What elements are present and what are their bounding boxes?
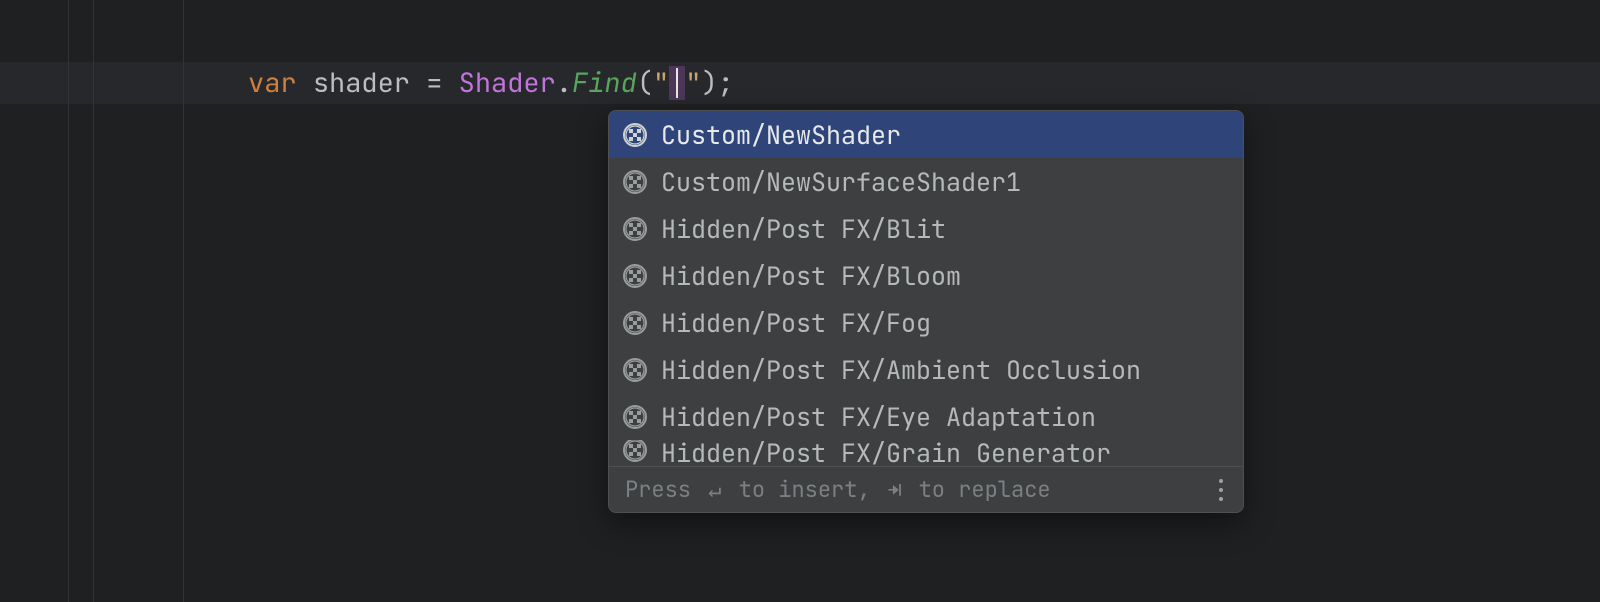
token-open-paren: (	[637, 65, 653, 101]
enter-key-icon: ↵	[708, 475, 721, 504]
completion-item[interactable]: Custom/NewShader	[609, 111, 1243, 158]
completion-item[interactable]: Hidden/Post FX/Ambient Occlusion	[609, 346, 1243, 393]
shader-icon	[623, 123, 647, 147]
completion-item[interactable]: Hidden/Post FX/Blit	[609, 205, 1243, 252]
current-line-highlight	[0, 62, 1600, 104]
code-line[interactable]: var shader = Shader . Find ( " " ) ;	[248, 62, 734, 104]
completion-popup: Custom/NewShader Custom/NewSurfaceShader1…	[608, 110, 1244, 513]
shader-icon	[623, 217, 647, 241]
token-assign: =	[426, 65, 442, 101]
completion-item-label: Hidden/Post FX/Blit	[661, 212, 946, 246]
shader-icon	[623, 405, 647, 429]
completion-hint: Press ↵ to insert, ⇥ to replace	[625, 475, 1051, 504]
token-method: Find	[572, 65, 637, 101]
more-options-button[interactable]	[1213, 473, 1229, 507]
token-dot: .	[556, 65, 572, 101]
token-type: Shader	[459, 65, 556, 101]
tab-key-icon: ⇥	[888, 475, 902, 504]
completion-item[interactable]: Hidden/Post FX/Bloom	[609, 252, 1243, 299]
hint-insert: to insert,	[725, 475, 883, 504]
text-caret[interactable]	[669, 66, 685, 100]
completion-item-label: Hidden/Post FX/Fog	[661, 306, 931, 340]
shader-icon	[623, 311, 647, 335]
completion-item[interactable]: Hidden/Post FX/Eye Adaptation	[609, 393, 1243, 440]
shader-icon	[623, 440, 647, 462]
token-semicolon: ;	[718, 65, 734, 101]
completion-item-label: Hidden/Post FX/Grain Generator	[661, 440, 1111, 466]
hint-replace: to replace	[905, 475, 1050, 504]
token-identifier: shader	[313, 65, 410, 101]
completion-item-label: Hidden/Post FX/Bloom	[661, 259, 961, 293]
token-keyword: var	[248, 65, 297, 101]
completion-item-label: Hidden/Post FX/Eye Adaptation	[661, 400, 1096, 434]
shader-icon	[623, 264, 647, 288]
completion-list[interactable]: Custom/NewShader Custom/NewSurfaceShader1…	[609, 111, 1243, 466]
token-string-close: "	[685, 65, 701, 101]
shader-icon	[623, 358, 647, 382]
token-close-paren: )	[701, 65, 717, 101]
completion-item-label: Hidden/Post FX/Ambient Occlusion	[661, 353, 1141, 387]
completion-footer: Press ↵ to insert, ⇥ to replace	[609, 466, 1243, 512]
editor-gutter	[0, 0, 200, 602]
shader-icon	[623, 170, 647, 194]
completion-item[interactable]: Custom/NewSurfaceShader1	[609, 158, 1243, 205]
completion-item[interactable]: Hidden/Post FX/Grain Generator	[609, 440, 1243, 466]
completion-item[interactable]: Hidden/Post FX/Fog	[609, 299, 1243, 346]
hint-press: Press	[625, 475, 704, 504]
completion-item-label: Custom/NewShader	[661, 118, 901, 152]
token-string-open: "	[653, 65, 669, 101]
completion-item-label: Custom/NewSurfaceShader1	[661, 165, 1021, 199]
